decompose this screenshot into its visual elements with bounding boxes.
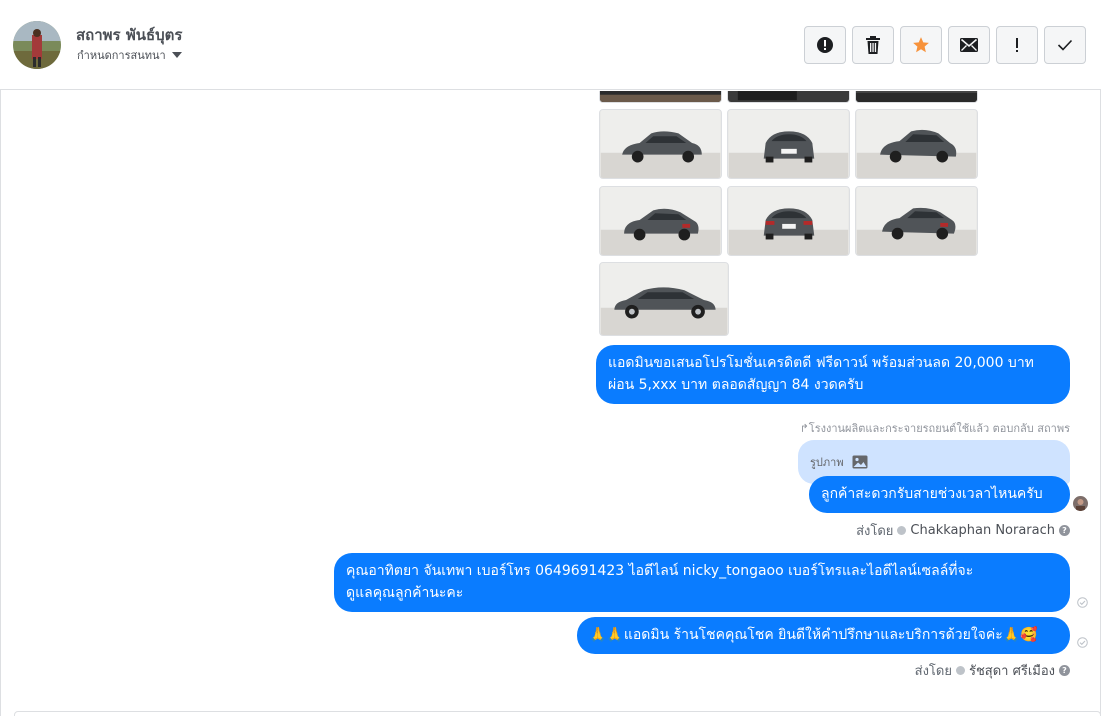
verified-icon <box>955 666 965 675</box>
verified-icon <box>897 526 907 535</box>
message-text: ลูกค้าสะดวกรับสายช่วงเวลาไหนครับ <box>821 486 1043 502</box>
message-text-line: ดูแลคุณลูกค้านะคะ <box>346 585 464 601</box>
car-photo[interactable] <box>855 109 978 179</box>
message-thread[interactable]: แอดมินขอเสนอโปรโมชั่นเครดิตดี ฟรีดาวน์ พ… <box>0 91 1101 716</box>
spam-button[interactable] <box>804 26 846 64</box>
caret-down-icon <box>171 52 182 58</box>
avatar[interactable] <box>13 21 61 69</box>
assign-label: กำหนดการสนทนา <box>77 49 166 62</box>
seen-avatar <box>1073 496 1088 511</box>
message-text-line: แอดมินขอเสนอโปรโมชั่นเครดิตดี ฟรีดาวน์ พ… <box>608 355 1034 371</box>
mark-unread-button[interactable] <box>948 26 990 64</box>
envelope-icon <box>960 38 978 52</box>
delete-button[interactable] <box>852 26 894 64</box>
message-text-line: ผ่อน 5,xxx บาท ตลอดสัญญา 84 งวดครับ <box>608 377 864 393</box>
star-icon <box>913 37 929 53</box>
sent-by-label: ส่งโดย Chakkaphan Norarach ? <box>856 520 1070 541</box>
car-photo[interactable] <box>599 186 722 256</box>
star-button[interactable] <box>900 26 942 64</box>
outgoing-message[interactable]: แอดมินขอเสนอโปรโมชั่นเครดิตดี ฟรีดาวน์ พ… <box>596 345 1070 404</box>
follow-up-button[interactable] <box>996 26 1038 64</box>
trash-icon <box>866 36 880 54</box>
outgoing-message[interactable]: ลูกค้าสะดวกรับสายช่วงเวลาไหนครับ <box>809 476 1070 513</box>
car-photo[interactable] <box>599 109 722 179</box>
alert-circle-icon <box>817 37 833 53</box>
mark-done-button[interactable] <box>1044 26 1086 64</box>
car-photo[interactable] <box>727 186 850 256</box>
message-text-line: คุณอาทิตยา จันเทพา เบอร์โทร 0649691423 ไ… <box>346 563 974 579</box>
car-photo[interactable] <box>855 186 978 256</box>
car-photo[interactable] <box>727 109 850 179</box>
sent-status-icon <box>1077 637 1088 648</box>
car-photo[interactable] <box>599 91 722 103</box>
help-icon[interactable]: ? <box>1059 525 1070 536</box>
quoted-label: รูปภาพ <box>810 456 844 469</box>
sent-by-label: ส่งโดย รัชสุดา ศรีเมือง ? <box>915 660 1070 681</box>
sent-by-prefix: ส่งโดย <box>914 664 952 679</box>
assign-conversation-dropdown[interactable]: กำหนดการสนทนา <box>77 46 182 64</box>
sent-status-icon <box>1077 597 1088 608</box>
car-photo[interactable] <box>855 91 978 103</box>
sender-name: รัชสุดา ศรีเมือง <box>968 664 1055 679</box>
message-text: 🙏🙏แอดมิน ร้านโชคคุณโชค ยินดีให้คำปรึกษาแ… <box>589 627 1038 643</box>
header-actions <box>804 26 1086 64</box>
checkmark-icon <box>1057 39 1073 51</box>
car-photo[interactable] <box>727 91 850 103</box>
car-photo[interactable] <box>599 262 729 336</box>
message-composer[interactable] <box>14 711 1101 716</box>
exclamation-icon <box>1016 38 1018 52</box>
conversation-header: สถาพร พันธ์บุตร กำหนดการสนทนา <box>0 0 1101 90</box>
help-icon[interactable]: ? <box>1059 665 1070 676</box>
sender-name: Chakkaphan Norarach <box>910 523 1055 538</box>
contact-name: สถาพร พันธ์บุตร <box>76 26 183 44</box>
outgoing-message[interactable]: 🙏🙏แอดมิน ร้านโชคคุณโชค ยินดีให้คำปรึกษาแ… <box>577 617 1070 654</box>
image-icon <box>852 455 868 469</box>
reply-context-label: ↱โรงงานผลิตและกระจายรถยนต์ใช้แล้ว ตอบกลั… <box>799 422 1070 435</box>
outgoing-message[interactable]: คุณอาทิตยา จันเทพา เบอร์โทร 0649691423 ไ… <box>334 553 1070 612</box>
sent-by-prefix: ส่งโดย <box>856 524 894 539</box>
